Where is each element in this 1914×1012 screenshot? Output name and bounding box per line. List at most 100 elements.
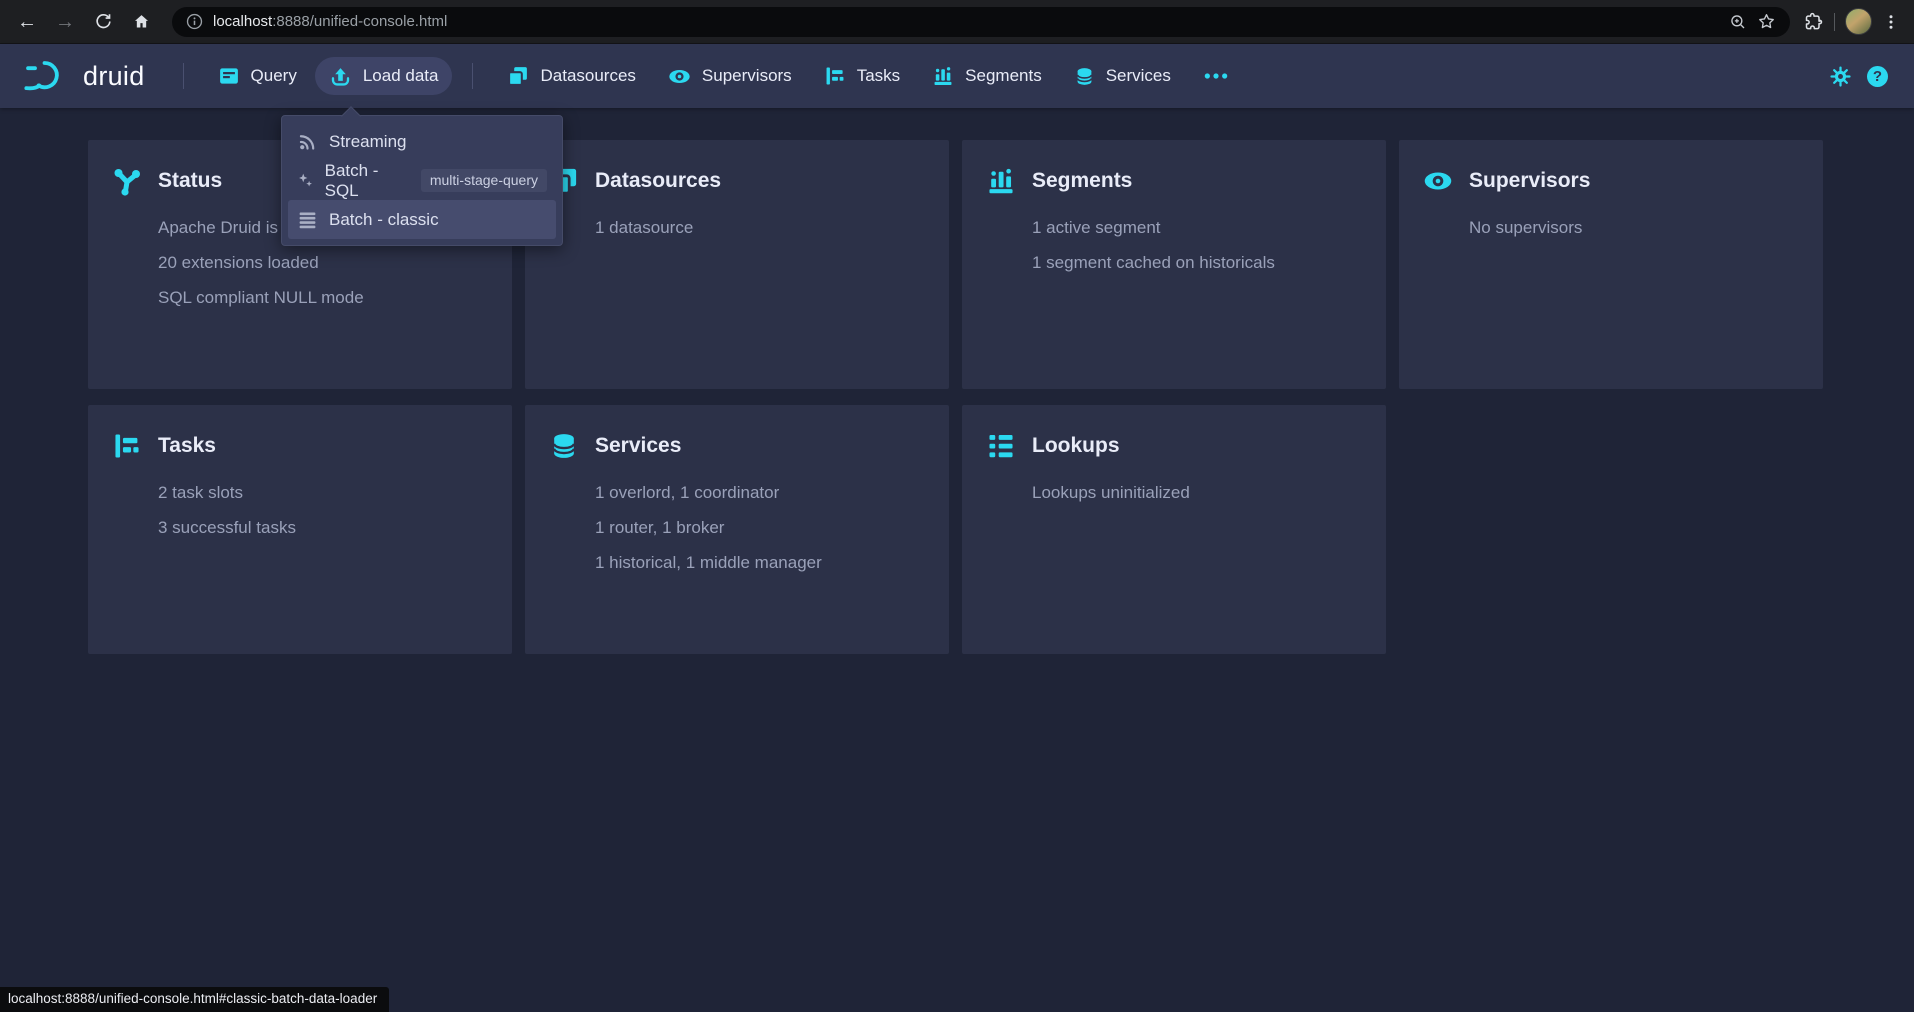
nav-tasks[interactable]: Tasks [810,57,914,95]
card-datasources-title: Datasources [595,169,721,193]
url-host: localhost [213,13,272,30]
database-icon [1074,66,1095,87]
settings-gear-icon[interactable] [1830,66,1851,87]
menu-item-batch-classic[interactable]: Batch - classic [288,200,556,239]
tasks-card-icon [112,431,142,461]
menu-batch-sql-label: Batch - SQL [325,161,398,201]
card-segments-title: Segments [1032,169,1132,193]
tasks-line: 2 task slots [158,475,488,510]
nav-load-data[interactable]: Load data [315,57,453,95]
forward-icon: → [55,12,75,32]
card-services[interactable]: Services 1 overlord, 1 coordinator 1 rou… [525,405,949,654]
card-supervisors-title: Supervisors [1469,169,1590,193]
load-data-menu: Streaming Batch - SQL multi-stage-query … [281,115,563,246]
datasources-icon [507,65,529,87]
services-card-icon [549,431,579,461]
nav-supervisors[interactable]: Supervisors [654,57,806,95]
bookmark-star-icon[interactable] [1757,12,1776,31]
nav-segments[interactable]: Segments [918,57,1056,95]
card-datasources[interactable]: Datasources 1 datasource [525,140,949,389]
url-bar[interactable]: localhost:8888/unified-console.html [172,7,1790,37]
supervisors-line: No supervisors [1469,210,1799,245]
home-icon [132,12,151,31]
cloud-upload-icon [329,65,352,88]
tasks-line: 3 successful tasks [158,510,488,545]
supervisors-card-icon [1423,166,1453,196]
nav-more[interactable] [1189,57,1243,95]
bar-chart-icon [932,65,954,87]
brand-name: druid [83,61,145,92]
help-button[interactable]: ? [1867,66,1888,87]
more-dots-icon [1203,71,1229,81]
nav-divider [472,63,473,89]
druid-logo-icon [22,55,74,97]
profile-avatar[interactable] [1845,8,1872,35]
site-info-icon [186,13,203,30]
segments-line: 1 active segment [1032,210,1362,245]
datasources-line: 1 datasource [595,210,925,245]
status-line: SQL compliant NULL mode [158,280,488,315]
url-text: localhost:8888/unified-console.html [213,13,447,30]
sparkles-icon [297,170,314,191]
card-status-title: Status [158,169,222,193]
card-segments-lines: 1 active segment 1 segment cached on his… [1032,210,1362,280]
header-right-controls: ? [1830,66,1888,87]
card-lookups[interactable]: Lookups Lookups uninitialized [962,405,1386,654]
zoom-page-icon[interactable] [1729,13,1747,31]
card-supervisors-lines: No supervisors [1469,210,1799,245]
card-lookups-lines: Lookups uninitialized [1032,475,1362,510]
lookups-line: Lookups uninitialized [1032,475,1362,510]
query-icon [218,65,240,87]
streaming-icon [297,131,318,152]
nav-datasources[interactable]: Datasources [493,57,649,95]
card-datasources-lines: 1 datasource [595,210,925,245]
nav-supervisors-label: Supervisors [702,66,792,86]
nav-query[interactable]: Query [204,57,311,95]
menu-streaming-label: Streaming [329,132,406,152]
status-icon [112,166,142,196]
browser-toolbar: ← → localhost:8888/unified-console.html [0,0,1914,44]
card-lookups-title: Lookups [1032,434,1120,458]
segments-card-icon [986,166,1016,196]
status-line: 20 extensions loaded [158,245,488,280]
menu-batch-classic-label: Batch - classic [329,210,439,230]
toolbar-separator [1834,13,1835,31]
url-path: :8888/unified-console.html [272,13,447,30]
card-supervisors[interactable]: Supervisors No supervisors [1399,140,1823,389]
gantt-icon [824,65,846,87]
link-preview-tooltip: localhost:8888/unified-console.html#clas… [0,987,389,1012]
card-tasks-lines: 2 task slots 3 successful tasks [158,475,488,545]
menu-item-batch-sql[interactable]: Batch - SQL multi-stage-query [288,161,556,200]
nav-segments-label: Segments [965,66,1042,86]
druid-header: druid Query Load data Datasources Superv… [0,44,1914,108]
card-services-lines: 1 overlord, 1 coordinator 1 router, 1 br… [595,475,925,580]
home-button[interactable] [124,5,158,39]
card-segments[interactable]: Segments 1 active segment 1 segment cach… [962,140,1386,389]
card-tasks[interactable]: Tasks 2 task slots 3 successful tasks [88,405,512,654]
nav-divider [183,63,184,89]
forward-button[interactable]: → [48,5,82,39]
browser-menu-icon[interactable] [1882,13,1900,31]
nav-services-label: Services [1106,66,1171,86]
nav-datasources-label: Datasources [540,66,635,86]
reload-icon [94,12,113,31]
segments-line: 1 segment cached on historicals [1032,245,1362,280]
th-list-icon [297,209,318,230]
menu-item-streaming[interactable]: Streaming [288,122,556,161]
extensions-icon[interactable] [1804,12,1824,32]
help-icon: ? [1873,68,1882,85]
lookups-card-icon [986,431,1016,461]
nav-tasks-label: Tasks [857,66,900,86]
msq-badge: multi-stage-query [421,169,547,192]
back-button[interactable]: ← [10,5,44,39]
services-line: 1 overlord, 1 coordinator [595,475,925,510]
back-icon: ← [17,12,37,32]
druid-logo[interactable]: druid [22,55,145,97]
card-services-title: Services [595,434,681,458]
nav-query-label: Query [251,66,297,86]
services-line: 1 router, 1 broker [595,510,925,545]
card-tasks-title: Tasks [158,434,216,458]
eye-icon [668,65,691,88]
reload-button[interactable] [86,5,120,39]
nav-services[interactable]: Services [1060,57,1185,95]
